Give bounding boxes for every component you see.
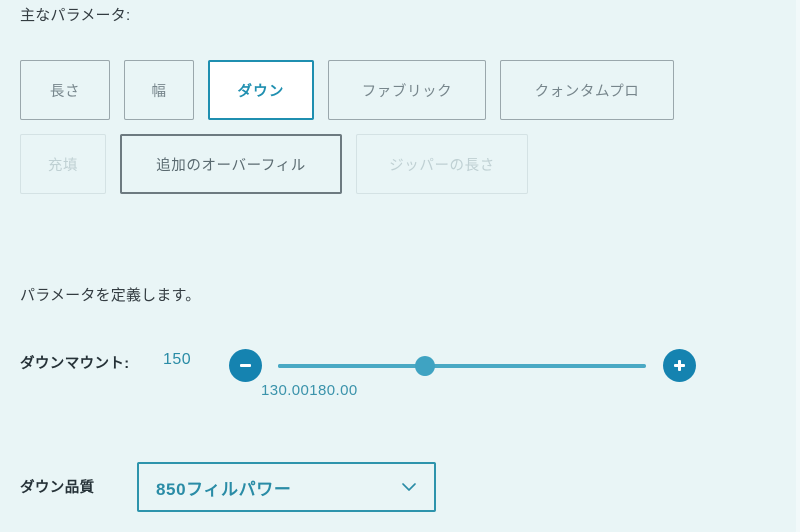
parameter-chip-quantum-pro[interactable]: クォンタムプロ [500,60,674,120]
parameter-chip-width[interactable]: 幅 [124,60,194,120]
page-right-edge [796,0,800,532]
parameter-chip-label: 幅 [151,83,167,100]
page-title: 主なパラメータ: [20,7,131,24]
parameter-chip-label: 長さ [49,83,81,100]
increment-button[interactable] [663,349,696,382]
parameter-chip-label: ダウン [237,83,285,100]
minus-icon [240,364,251,367]
slider-max-label: 180.00 [309,382,358,399]
parameter-chip-fill: 充填 [20,134,106,194]
parameter-chip-zipper-length: ジッパーの長さ [356,134,528,194]
slider-range-labels: 130.00 180.00 [261,382,358,399]
slider-thumb[interactable] [415,356,436,376]
parameter-chip-additional-overfill[interactable]: 追加のオーバーフィル [120,134,342,194]
down-quality-selected-value: 850フィルパワー [156,479,292,499]
define-parameters-caption: パラメータを定義します。 [20,287,201,304]
down-quality-label: ダウン品質 [20,480,95,496]
parameter-chip-length[interactable]: 長さ [20,60,110,120]
down-amount-label: ダウンマウント: [20,356,130,372]
plus-icon-vertical [678,360,681,371]
slider-track-fill [278,364,426,368]
chevron-down-icon [402,483,416,491]
parameter-chip-label: ファブリック [361,83,453,100]
parameter-chip-row-primary: 長さ 幅 ダウン ファブリック クォンタムプロ [20,60,688,120]
decrement-button[interactable] [229,349,262,382]
down-quality-group: ダウン品質 850フィルパワー [0,460,796,514]
down-quality-select[interactable]: 850フィルパワー [137,462,436,512]
parameter-chip-label: クォンタムプロ [534,83,640,100]
parameter-chip-label: ジッパーの長さ [389,157,495,174]
down-amount-slider-group: ダウンマウント: 150 130.00 180.00 [0,340,796,410]
configurator-panel: 主なパラメータ: 長さ 幅 ダウン ファブリック クォンタムプロ 充填 追加のオ… [0,0,796,532]
parameter-chip-fabric[interactable]: ファブリック [328,60,486,120]
slider-min-label: 130.00 [261,382,310,399]
parameter-chip-label: 追加のオーバーフィル [156,157,306,174]
slider-track-area[interactable] [278,356,646,376]
down-amount-value: 150 [163,351,192,368]
parameter-chip-down[interactable]: ダウン [208,60,314,120]
parameter-chip-label: 充填 [47,157,79,174]
parameter-chip-row-secondary: 充填 追加のオーバーフィル ジッパーの長さ [20,134,542,194]
